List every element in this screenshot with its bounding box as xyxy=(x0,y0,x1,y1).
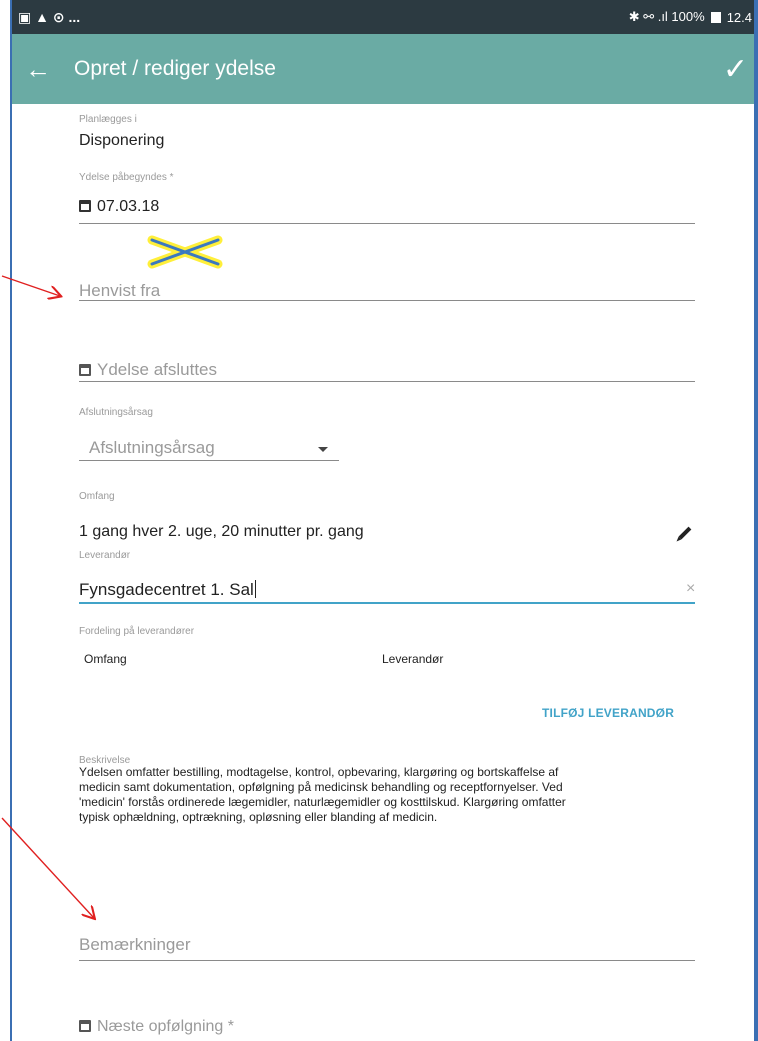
referred-from-underline xyxy=(79,300,695,301)
remarks-input[interactable]: Bemærkninger xyxy=(79,935,191,955)
supplier-input[interactable]: Fynsgadecentret 1. Sal xyxy=(79,580,256,600)
start-date-value: 07.03.18 xyxy=(97,198,160,215)
status-indicators: ✱ ⚯ .ıl 100% xyxy=(628,9,705,24)
status-left-icons: ▣ ▲ ⊙ ... xyxy=(18,8,81,25)
status-right: ✱ ⚯ .ıl 100% 12.4 xyxy=(629,9,754,25)
description-line: Ydelsen omfatter bestilling, modtagelse,… xyxy=(79,765,559,779)
planned-in-label: Planlægges i xyxy=(79,114,137,125)
end-date-field[interactable]: Ydelse afsluttes xyxy=(79,360,217,380)
right-frame-border xyxy=(754,0,758,1041)
edit-pencil-icon[interactable] xyxy=(678,526,692,540)
battery-icon xyxy=(710,11,721,23)
scope-value: 1 gang hver 2. uge, 20 minutter pr. gang xyxy=(79,523,364,540)
supplier-value: Fynsgadecentret 1. Sal xyxy=(79,580,254,599)
distribution-label: Fordeling på leverandører xyxy=(79,626,195,637)
text-cursor xyxy=(254,580,256,598)
start-date-label: Ydelse påbegyndes * xyxy=(79,172,174,183)
back-arrow-icon[interactable]: ← xyxy=(12,54,64,85)
remarks-underline xyxy=(79,960,695,961)
page-title: Opret / rediger ydelse xyxy=(74,57,276,80)
supplier-label: Leverandør xyxy=(79,550,131,561)
supplier-underline xyxy=(79,602,695,604)
confirm-check-icon[interactable]: ✓ xyxy=(723,52,754,87)
start-date-field[interactable]: 07.03.18 xyxy=(79,198,159,216)
end-reason-label: Afslutningsårsag xyxy=(79,407,153,418)
next-followup-placeholder: Næste opfølgning * xyxy=(97,1018,234,1035)
distribution-col-scope: Omfang xyxy=(84,652,127,666)
planned-in-value: Disponering xyxy=(79,132,165,149)
app-bar: ← Opret / rediger ydelse ✓ xyxy=(12,34,754,104)
next-followup-field[interactable]: Næste opfølgning * xyxy=(79,1018,234,1036)
left-frame-border xyxy=(0,0,12,1041)
referred-from-input[interactable]: Henvist fra xyxy=(79,281,160,301)
scope-label: Omfang xyxy=(79,491,115,502)
end-reason-select[interactable]: Afslutningsårsag xyxy=(89,438,215,458)
description-text: Ydelsen omfatter bestilling, modtagelse,… xyxy=(79,765,719,825)
distribution-col-supplier: Leverandør xyxy=(382,652,444,666)
status-bar: ▣ ▲ ⊙ ... ✱ ⚯ .ıl 100% 12.4 xyxy=(12,0,754,34)
end-date-placeholder: Ydelse afsluttes xyxy=(97,360,218,379)
description-line: typisk ophældning, optrækning, opløsning… xyxy=(79,810,438,824)
status-time: 12.4 xyxy=(726,9,752,25)
calendar-icon xyxy=(79,200,91,212)
calendar-icon xyxy=(79,364,91,376)
calendar-icon xyxy=(79,1020,91,1032)
end-reason-underline xyxy=(79,460,339,461)
description-line: 'medicin' forstås ordinerede lægemidler,… xyxy=(79,795,566,809)
start-date-underline xyxy=(79,223,695,224)
end-date-underline xyxy=(79,381,695,382)
add-supplier-button[interactable]: TILFØJ LEVERANDØR xyxy=(542,706,674,720)
description-line: medicin samt dokumentation, opfølgning p… xyxy=(79,780,563,794)
dropdown-caret-icon xyxy=(318,447,328,452)
form-content: Planlægges i Disponering Ydelse påbegynd… xyxy=(12,104,754,1041)
clear-icon[interactable]: × xyxy=(686,580,695,598)
